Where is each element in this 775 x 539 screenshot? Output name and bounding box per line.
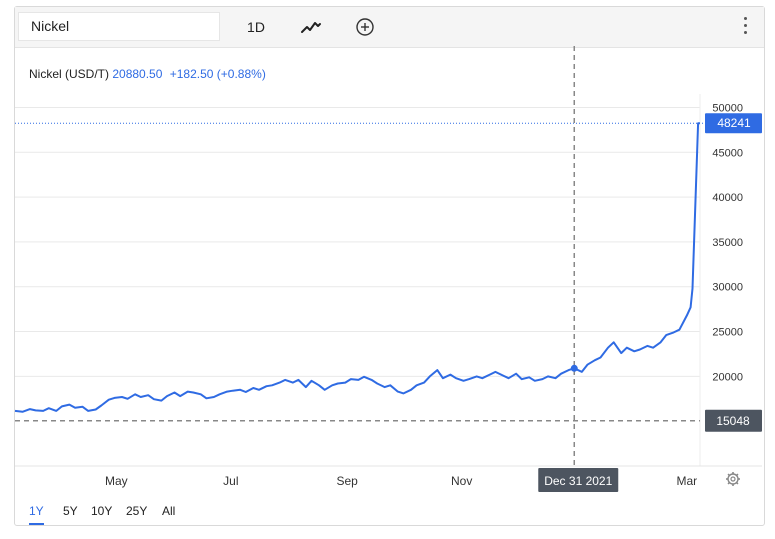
gear-tooth <box>727 481 731 485</box>
gear-hub <box>730 476 736 482</box>
y-tick-label: 20000 <box>712 371 743 383</box>
crosshair-price-label: 15048 <box>716 414 750 428</box>
x-tick-label: Jul <box>223 474 238 488</box>
gear-tooth <box>735 481 739 485</box>
last-price-tag-label: 48241 <box>717 116 751 130</box>
y-tick-label: 45000 <box>712 147 743 159</box>
y-tick-label: 50000 <box>712 102 743 114</box>
crosshair-marker <box>570 364 578 372</box>
y-tick-label: 25000 <box>712 327 743 339</box>
price-chart[interactable]: 20000 25000 30000 35000 40000 45000 50000 May Ju… <box>0 0 775 539</box>
gear-ring <box>727 473 739 485</box>
crosshair-date-label: Dec 31 2021 <box>544 474 612 488</box>
y-tick-label: 30000 <box>712 282 743 294</box>
x-tick-label: Sep <box>336 474 358 488</box>
series-line <box>14 122 700 413</box>
settings-gear-icon[interactable] <box>726 472 740 486</box>
x-tick-label: May <box>105 474 128 488</box>
gear-tooth <box>735 473 739 477</box>
y-tick-label: 35000 <box>712 237 743 249</box>
gear-tooth <box>727 473 731 477</box>
y-tick-label: 40000 <box>712 192 743 204</box>
x-tick-label: Mar <box>677 474 698 488</box>
x-tick-label: Nov <box>451 474 472 488</box>
